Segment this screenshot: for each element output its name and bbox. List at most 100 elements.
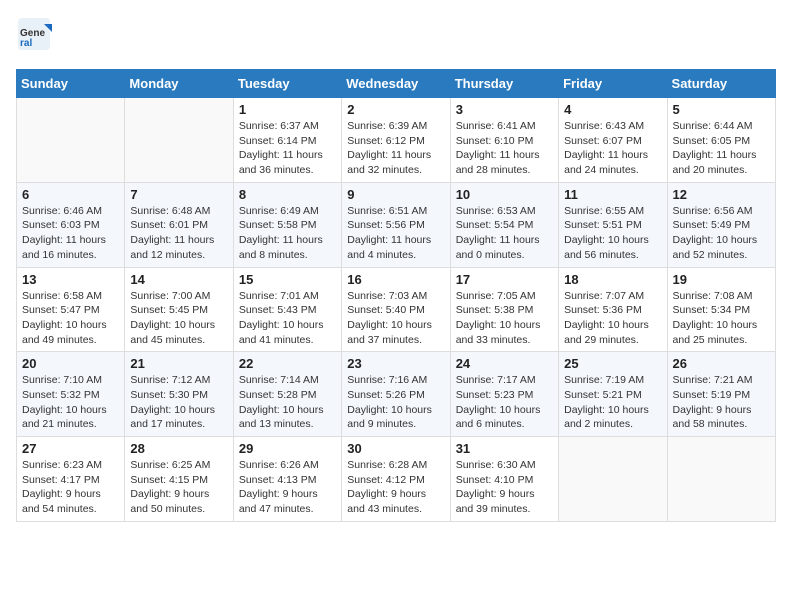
day-number: 10 bbox=[456, 187, 553, 202]
calendar-cell bbox=[559, 437, 667, 522]
calendar-cell: 17 Sunrise: 7:05 AM Sunset: 5:38 PM Dayli… bbox=[450, 267, 558, 352]
day-info: Sunrise: 6:28 AM Sunset: 4:12 PM Dayligh… bbox=[347, 458, 444, 517]
calendar-header-saturday: Saturday bbox=[667, 70, 775, 98]
calendar-table: SundayMondayTuesdayWednesdayThursdayFrid… bbox=[16, 69, 776, 522]
calendar-cell: 16 Sunrise: 7:03 AM Sunset: 5:40 PM Dayli… bbox=[342, 267, 450, 352]
day-number: 18 bbox=[564, 272, 661, 287]
calendar-cell: 25 Sunrise: 7:19 AM Sunset: 5:21 PM Dayli… bbox=[559, 352, 667, 437]
calendar-cell: 3 Sunrise: 6:41 AM Sunset: 6:10 PM Daylig… bbox=[450, 98, 558, 183]
calendar-cell: 2 Sunrise: 6:39 AM Sunset: 6:12 PM Daylig… bbox=[342, 98, 450, 183]
calendar-cell: 9 Sunrise: 6:51 AM Sunset: 5:56 PM Daylig… bbox=[342, 182, 450, 267]
day-info: Sunrise: 7:17 AM Sunset: 5:23 PM Dayligh… bbox=[456, 373, 553, 432]
day-number: 26 bbox=[673, 356, 770, 371]
day-info: Sunrise: 6:48 AM Sunset: 6:01 PM Dayligh… bbox=[130, 204, 227, 263]
day-number: 3 bbox=[456, 102, 553, 117]
day-number: 11 bbox=[564, 187, 661, 202]
day-info: Sunrise: 7:12 AM Sunset: 5:30 PM Dayligh… bbox=[130, 373, 227, 432]
day-info: Sunrise: 6:53 AM Sunset: 5:54 PM Dayligh… bbox=[456, 204, 553, 263]
calendar-cell: 28 Sunrise: 6:25 AM Sunset: 4:15 PM Dayli… bbox=[125, 437, 233, 522]
calendar-cell: 26 Sunrise: 7:21 AM Sunset: 5:19 PM Dayli… bbox=[667, 352, 775, 437]
day-info: Sunrise: 6:55 AM Sunset: 5:51 PM Dayligh… bbox=[564, 204, 661, 263]
day-number: 6 bbox=[22, 187, 119, 202]
calendar-cell: 7 Sunrise: 6:48 AM Sunset: 6:01 PM Daylig… bbox=[125, 182, 233, 267]
calendar-cell: 29 Sunrise: 6:26 AM Sunset: 4:13 PM Dayli… bbox=[233, 437, 341, 522]
day-info: Sunrise: 7:07 AM Sunset: 5:36 PM Dayligh… bbox=[564, 289, 661, 348]
page-header: Gene ral bbox=[16, 16, 776, 57]
calendar-header-monday: Monday bbox=[125, 70, 233, 98]
day-info: Sunrise: 6:23 AM Sunset: 4:17 PM Dayligh… bbox=[22, 458, 119, 517]
day-info: Sunrise: 6:51 AM Sunset: 5:56 PM Dayligh… bbox=[347, 204, 444, 263]
day-number: 28 bbox=[130, 441, 227, 456]
calendar-cell: 27 Sunrise: 6:23 AM Sunset: 4:17 PM Dayli… bbox=[17, 437, 125, 522]
day-info: Sunrise: 7:21 AM Sunset: 5:19 PM Dayligh… bbox=[673, 373, 770, 432]
day-info: Sunrise: 7:16 AM Sunset: 5:26 PM Dayligh… bbox=[347, 373, 444, 432]
day-number: 5 bbox=[673, 102, 770, 117]
day-info: Sunrise: 6:46 AM Sunset: 6:03 PM Dayligh… bbox=[22, 204, 119, 263]
day-number: 7 bbox=[130, 187, 227, 202]
calendar-week-row: 27 Sunrise: 6:23 AM Sunset: 4:17 PM Dayli… bbox=[17, 437, 776, 522]
calendar-cell: 30 Sunrise: 6:28 AM Sunset: 4:12 PM Dayli… bbox=[342, 437, 450, 522]
day-number: 8 bbox=[239, 187, 336, 202]
day-number: 14 bbox=[130, 272, 227, 287]
calendar-cell: 5 Sunrise: 6:44 AM Sunset: 6:05 PM Daylig… bbox=[667, 98, 775, 183]
day-number: 1 bbox=[239, 102, 336, 117]
day-number: 21 bbox=[130, 356, 227, 371]
calendar-header-wednesday: Wednesday bbox=[342, 70, 450, 98]
calendar-cell: 31Sunrise: 6:30 AM Sunset: 4:10 PM Dayli… bbox=[450, 437, 558, 522]
day-info: Sunrise: 7:19 AM Sunset: 5:21 PM Dayligh… bbox=[564, 373, 661, 432]
day-info: Sunrise: 6:43 AM Sunset: 6:07 PM Dayligh… bbox=[564, 119, 661, 178]
calendar-cell bbox=[125, 98, 233, 183]
calendar-header-thursday: Thursday bbox=[450, 70, 558, 98]
logo-icon: Gene ral bbox=[16, 16, 52, 52]
calendar-week-row: 1Sunrise: 6:37 AM Sunset: 6:14 PM Daylig… bbox=[17, 98, 776, 183]
calendar-cell: 13Sunrise: 6:58 AM Sunset: 5:47 PM Dayli… bbox=[17, 267, 125, 352]
logo: Gene ral bbox=[16, 16, 58, 57]
calendar-cell: 1Sunrise: 6:37 AM Sunset: 6:14 PM Daylig… bbox=[233, 98, 341, 183]
day-number: 23 bbox=[347, 356, 444, 371]
day-number: 30 bbox=[347, 441, 444, 456]
day-info: Sunrise: 6:25 AM Sunset: 4:15 PM Dayligh… bbox=[130, 458, 227, 517]
day-info: Sunrise: 6:44 AM Sunset: 6:05 PM Dayligh… bbox=[673, 119, 770, 178]
calendar-cell: 22 Sunrise: 7:14 AM Sunset: 5:28 PM Dayli… bbox=[233, 352, 341, 437]
calendar-cell: 18 Sunrise: 7:07 AM Sunset: 5:36 PM Dayli… bbox=[559, 267, 667, 352]
day-info: Sunrise: 6:39 AM Sunset: 6:12 PM Dayligh… bbox=[347, 119, 444, 178]
day-info: Sunrise: 7:00 AM Sunset: 5:45 PM Dayligh… bbox=[130, 289, 227, 348]
calendar-cell: 24 Sunrise: 7:17 AM Sunset: 5:23 PM Dayli… bbox=[450, 352, 558, 437]
calendar-week-row: 6 Sunrise: 6:46 AM Sunset: 6:03 PM Daylig… bbox=[17, 182, 776, 267]
calendar-cell: 21 Sunrise: 7:12 AM Sunset: 5:30 PM Dayli… bbox=[125, 352, 233, 437]
calendar-week-row: 20Sunrise: 7:10 AM Sunset: 5:32 PM Dayli… bbox=[17, 352, 776, 437]
day-info: Sunrise: 7:03 AM Sunset: 5:40 PM Dayligh… bbox=[347, 289, 444, 348]
calendar-cell: 14 Sunrise: 7:00 AM Sunset: 5:45 PM Dayli… bbox=[125, 267, 233, 352]
calendar-cell bbox=[17, 98, 125, 183]
day-info: Sunrise: 7:08 AM Sunset: 5:34 PM Dayligh… bbox=[673, 289, 770, 348]
day-number: 4 bbox=[564, 102, 661, 117]
day-number: 29 bbox=[239, 441, 336, 456]
day-number: 9 bbox=[347, 187, 444, 202]
day-number: 15 bbox=[239, 272, 336, 287]
day-info: Sunrise: 6:26 AM Sunset: 4:13 PM Dayligh… bbox=[239, 458, 336, 517]
day-info: Sunrise: 6:56 AM Sunset: 5:49 PM Dayligh… bbox=[673, 204, 770, 263]
calendar-header-row: SundayMondayTuesdayWednesdayThursdayFrid… bbox=[17, 70, 776, 98]
day-info: Sunrise: 6:58 AM Sunset: 5:47 PM Dayligh… bbox=[22, 289, 119, 348]
calendar-cell: 8Sunrise: 6:49 AM Sunset: 5:58 PM Daylig… bbox=[233, 182, 341, 267]
day-number: 16 bbox=[347, 272, 444, 287]
day-info: Sunrise: 6:30 AM Sunset: 4:10 PM Dayligh… bbox=[456, 458, 553, 517]
day-number: 24 bbox=[456, 356, 553, 371]
calendar-cell: 12Sunrise: 6:56 AM Sunset: 5:49 PM Dayli… bbox=[667, 182, 775, 267]
svg-text:ral: ral bbox=[20, 38, 32, 49]
day-number: 2 bbox=[347, 102, 444, 117]
calendar-cell: 15Sunrise: 7:01 AM Sunset: 5:43 PM Dayli… bbox=[233, 267, 341, 352]
calendar-header-sunday: Sunday bbox=[17, 70, 125, 98]
day-number: 22 bbox=[239, 356, 336, 371]
day-info: Sunrise: 7:14 AM Sunset: 5:28 PM Dayligh… bbox=[239, 373, 336, 432]
day-info: Sunrise: 7:05 AM Sunset: 5:38 PM Dayligh… bbox=[456, 289, 553, 348]
calendar-cell: 23 Sunrise: 7:16 AM Sunset: 5:26 PM Dayli… bbox=[342, 352, 450, 437]
calendar-cell: 19Sunrise: 7:08 AM Sunset: 5:34 PM Dayli… bbox=[667, 267, 775, 352]
calendar-cell: 11 Sunrise: 6:55 AM Sunset: 5:51 PM Dayli… bbox=[559, 182, 667, 267]
day-number: 25 bbox=[564, 356, 661, 371]
day-info: Sunrise: 6:41 AM Sunset: 6:10 PM Dayligh… bbox=[456, 119, 553, 178]
day-number: 27 bbox=[22, 441, 119, 456]
day-number: 17 bbox=[456, 272, 553, 287]
calendar-cell bbox=[667, 437, 775, 522]
calendar-cell: 6 Sunrise: 6:46 AM Sunset: 6:03 PM Daylig… bbox=[17, 182, 125, 267]
